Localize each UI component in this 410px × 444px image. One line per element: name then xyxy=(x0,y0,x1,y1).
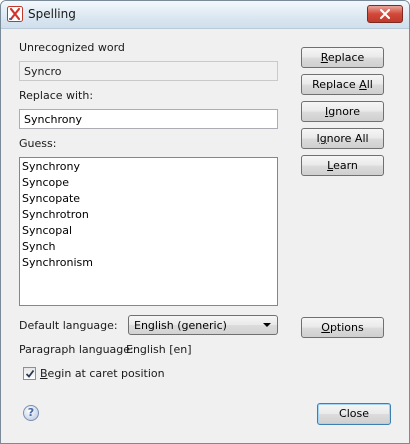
window-close-button[interactable] xyxy=(367,5,403,23)
list-item[interactable]: Syncopate xyxy=(22,191,275,207)
paragraph-language-label: Paragraph language: xyxy=(19,343,134,356)
close-button[interactable]: Close xyxy=(317,403,391,425)
chevron-down-icon xyxy=(263,323,271,327)
dialog-content: Unrecognized word Syncro Replace with: S… xyxy=(1,29,409,443)
replace-button[interactable]: Replace xyxy=(301,47,384,68)
unrecognized-word-label: Unrecognized word xyxy=(19,41,125,54)
paragraph-language-value: English [en] xyxy=(126,343,192,356)
options-button[interactable]: Options xyxy=(301,317,384,338)
list-item[interactable]: Synchrony xyxy=(22,159,275,175)
list-item[interactable]: Syncope xyxy=(22,175,275,191)
spelling-dialog: Spelling Unrecognized word Syncro Replac… xyxy=(0,0,410,444)
default-language-label: Default language: xyxy=(19,319,118,332)
close-icon xyxy=(380,9,390,19)
app-icon xyxy=(7,6,23,22)
unrecognized-word-field: Syncro xyxy=(19,61,278,81)
title-bar[interactable]: Spelling xyxy=(1,1,409,29)
guess-list[interactable]: Synchrony Syncope Syncopate Synchrotron … xyxy=(19,157,278,306)
replace-with-label: Replace with: xyxy=(19,89,94,102)
learn-button[interactable]: Learn xyxy=(301,155,384,176)
help-icon[interactable]: ? xyxy=(23,405,39,421)
checkmark-icon xyxy=(25,369,35,378)
replace-all-button[interactable]: Replace All xyxy=(301,74,384,95)
begin-at-caret-checkbox[interactable] xyxy=(23,367,36,380)
guess-label: Guess: xyxy=(19,137,57,150)
replace-with-input[interactable]: Synchrony xyxy=(19,109,278,129)
default-language-value: English (generic) xyxy=(134,319,227,332)
list-item[interactable]: Synchronism xyxy=(22,255,275,271)
ignore-all-button[interactable]: Ignore All xyxy=(301,128,384,149)
begin-at-caret-label[interactable]: Begin at caret position xyxy=(40,367,165,380)
list-item[interactable]: Syncopal xyxy=(22,223,275,239)
window-title: Spelling xyxy=(28,7,76,21)
list-item[interactable]: Synchrotron xyxy=(22,207,275,223)
list-item[interactable]: Synch xyxy=(22,239,275,255)
default-language-select[interactable]: English (generic) xyxy=(128,315,278,335)
ignore-button[interactable]: Ignore xyxy=(301,101,384,122)
